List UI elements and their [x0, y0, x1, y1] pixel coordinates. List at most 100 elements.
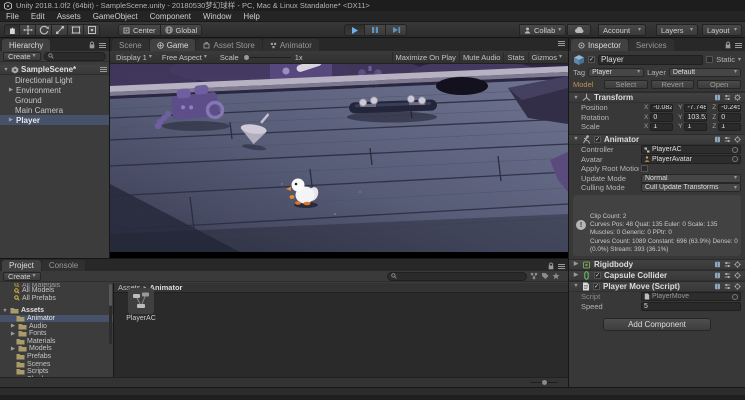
capsule-enabled-checkbox[interactable]: ✓	[594, 272, 601, 279]
project-tree-scrollbar[interactable]	[109, 284, 112, 344]
layer-dropdown[interactable]: Default ▾	[669, 68, 741, 77]
script-enabled-checkbox[interactable]: ✓	[593, 283, 600, 290]
tab-scene[interactable]: Scene	[112, 39, 149, 51]
preset-icon[interactable]	[724, 94, 731, 101]
tab-hierarchy[interactable]: Hierarchy	[2, 39, 50, 51]
menu-item-window[interactable]: Window	[197, 11, 237, 21]
object-picker-icon[interactable]	[732, 294, 738, 300]
position-z-field[interactable]: -0.24527	[718, 104, 741, 113]
hierarchy-item-ground[interactable]: Ground	[0, 95, 109, 105]
model-revert-button[interactable]: Revert	[651, 80, 695, 89]
mute-audio-button[interactable]: Mute Audio	[459, 52, 504, 63]
tab-asset-store[interactable]: Asset Store	[196, 39, 261, 51]
tab-console[interactable]: Console	[42, 260, 85, 271]
maximize-on-play-button[interactable]: Maximize On Play	[392, 52, 459, 63]
layout-dropdown[interactable]: Layout ▾	[702, 24, 742, 36]
scale-tool-button[interactable]	[52, 24, 68, 36]
rotation-z-field[interactable]: 0	[718, 113, 741, 122]
panel-menu-icon[interactable]	[735, 43, 742, 48]
search-by-label-icon[interactable]	[541, 272, 549, 280]
rigidbody-header[interactable]: ▶ Rigidbody	[569, 259, 745, 270]
model-select-button[interactable]: Select	[604, 80, 648, 89]
help-book-icon[interactable]	[714, 94, 721, 101]
folder-prefabs[interactable]: Prefabs	[0, 353, 113, 361]
move-tool-button[interactable]	[20, 24, 36, 36]
object-picker-icon[interactable]	[732, 147, 738, 153]
gear-icon[interactable]	[734, 94, 741, 101]
active-checkbox[interactable]: ✓	[588, 56, 595, 63]
menu-item-gameobject[interactable]: GameObject	[87, 11, 144, 21]
foldout-icon[interactable]: ▶	[8, 87, 14, 93]
position-x-field[interactable]: -0.08253	[650, 104, 673, 113]
model-open-button[interactable]: Open	[697, 80, 741, 89]
gear-icon[interactable]	[734, 261, 741, 268]
menu-item-file[interactable]: File	[0, 11, 25, 21]
tab-game[interactable]: Game	[150, 39, 196, 51]
transform-tool-button[interactable]	[84, 24, 100, 36]
folder-animator[interactable]: Animator	[0, 315, 113, 323]
tab-project[interactable]: Project	[2, 260, 41, 271]
update-mode-dropdown[interactable]: Normal ▾	[641, 174, 741, 183]
gear-icon[interactable]	[734, 272, 741, 279]
pivot-mode-button[interactable]: Center	[118, 24, 161, 36]
lock-icon[interactable]	[725, 41, 731, 49]
hierarchy-item-player[interactable]: ▶ Player	[0, 115, 109, 125]
scale-y-field[interactable]: 1	[684, 123, 707, 132]
panel-menu-icon[interactable]	[558, 264, 565, 269]
project-search-input[interactable]	[387, 272, 527, 281]
preset-icon[interactable]	[724, 272, 731, 279]
preset-icon[interactable]	[724, 283, 731, 290]
foldout-icon[interactable]: ▶	[8, 117, 14, 123]
help-book-icon[interactable]	[714, 272, 721, 279]
folder-materials[interactable]: Materials	[0, 338, 113, 346]
account-dropdown[interactable]: Account ▾	[598, 24, 646, 36]
menu-item-assets[interactable]: Assets	[51, 11, 87, 21]
position-y-field[interactable]: -7.74860	[684, 104, 707, 113]
gear-icon[interactable]	[734, 283, 741, 290]
favorite-all-materials[interactable]: All Materials	[0, 283, 113, 287]
add-component-button[interactable]: Add Component	[603, 318, 711, 331]
hierarchy-item-environment[interactable]: ▶ Environment	[0, 85, 109, 95]
folder-assets-root[interactable]: ▼ Assets	[0, 307, 113, 315]
animator-header[interactable]: ▼ ✓ Animator	[569, 134, 745, 145]
scene-menu-icon[interactable]	[100, 67, 107, 72]
object-picker-icon[interactable]	[732, 156, 738, 162]
animator-enabled-checkbox[interactable]: ✓	[594, 136, 601, 143]
menu-item-edit[interactable]: Edit	[25, 11, 51, 21]
tab-animator[interactable]: Animator	[263, 39, 319, 51]
favorites-star-icon[interactable]	[552, 272, 560, 280]
folder-models[interactable]: ▶ Models	[0, 345, 113, 353]
scale-slider[interactable]	[243, 57, 291, 58]
transform-header[interactable]: ▼ Transform	[569, 92, 745, 103]
menu-item-help[interactable]: Help	[237, 11, 265, 21]
scene-header-row[interactable]: ▼ SampleScene*	[0, 65, 109, 75]
play-button[interactable]	[344, 24, 365, 36]
hierarchy-search-input[interactable]	[44, 52, 106, 61]
scale-z-field[interactable]: 1	[718, 123, 741, 132]
project-create-button[interactable]: Create ▾	[3, 272, 41, 281]
scale-x-field[interactable]: 1	[650, 123, 673, 132]
folder-scripts[interactable]: Scripts	[0, 368, 113, 376]
stats-button[interactable]: Stats	[503, 52, 527, 63]
step-button[interactable]	[386, 24, 407, 36]
search-by-type-icon[interactable]	[530, 272, 538, 280]
panel-menu-icon[interactable]	[99, 43, 106, 48]
collab-button[interactable]: Collab ▾	[519, 24, 566, 36]
rotation-x-field[interactable]: 0	[650, 113, 673, 122]
preset-icon[interactable]	[724, 261, 731, 268]
preset-icon[interactable]	[724, 136, 731, 143]
thumbnail-size-slider[interactable]	[530, 382, 558, 383]
folder-audio[interactable]: ▶ Audio	[0, 322, 113, 330]
lock-icon[interactable]	[548, 262, 554, 270]
asset-playerac[interactable]: PlayerAC	[124, 288, 158, 322]
speed-field[interactable]: 5	[641, 302, 741, 311]
favorite-all-prefabs[interactable]: All Prefabs	[0, 295, 113, 303]
menu-item-component[interactable]: Component	[144, 11, 197, 21]
rotate-tool-button[interactable]	[36, 24, 52, 36]
gizmos-dropdown[interactable]: Gizmos ▾	[528, 52, 565, 63]
hand-tool-button[interactable]	[4, 24, 20, 36]
cloud-services-button[interactable]	[567, 24, 591, 36]
static-checkbox[interactable]	[706, 56, 713, 63]
folder-fonts[interactable]: ▶ Fonts	[0, 330, 113, 338]
pause-button[interactable]	[365, 24, 386, 36]
